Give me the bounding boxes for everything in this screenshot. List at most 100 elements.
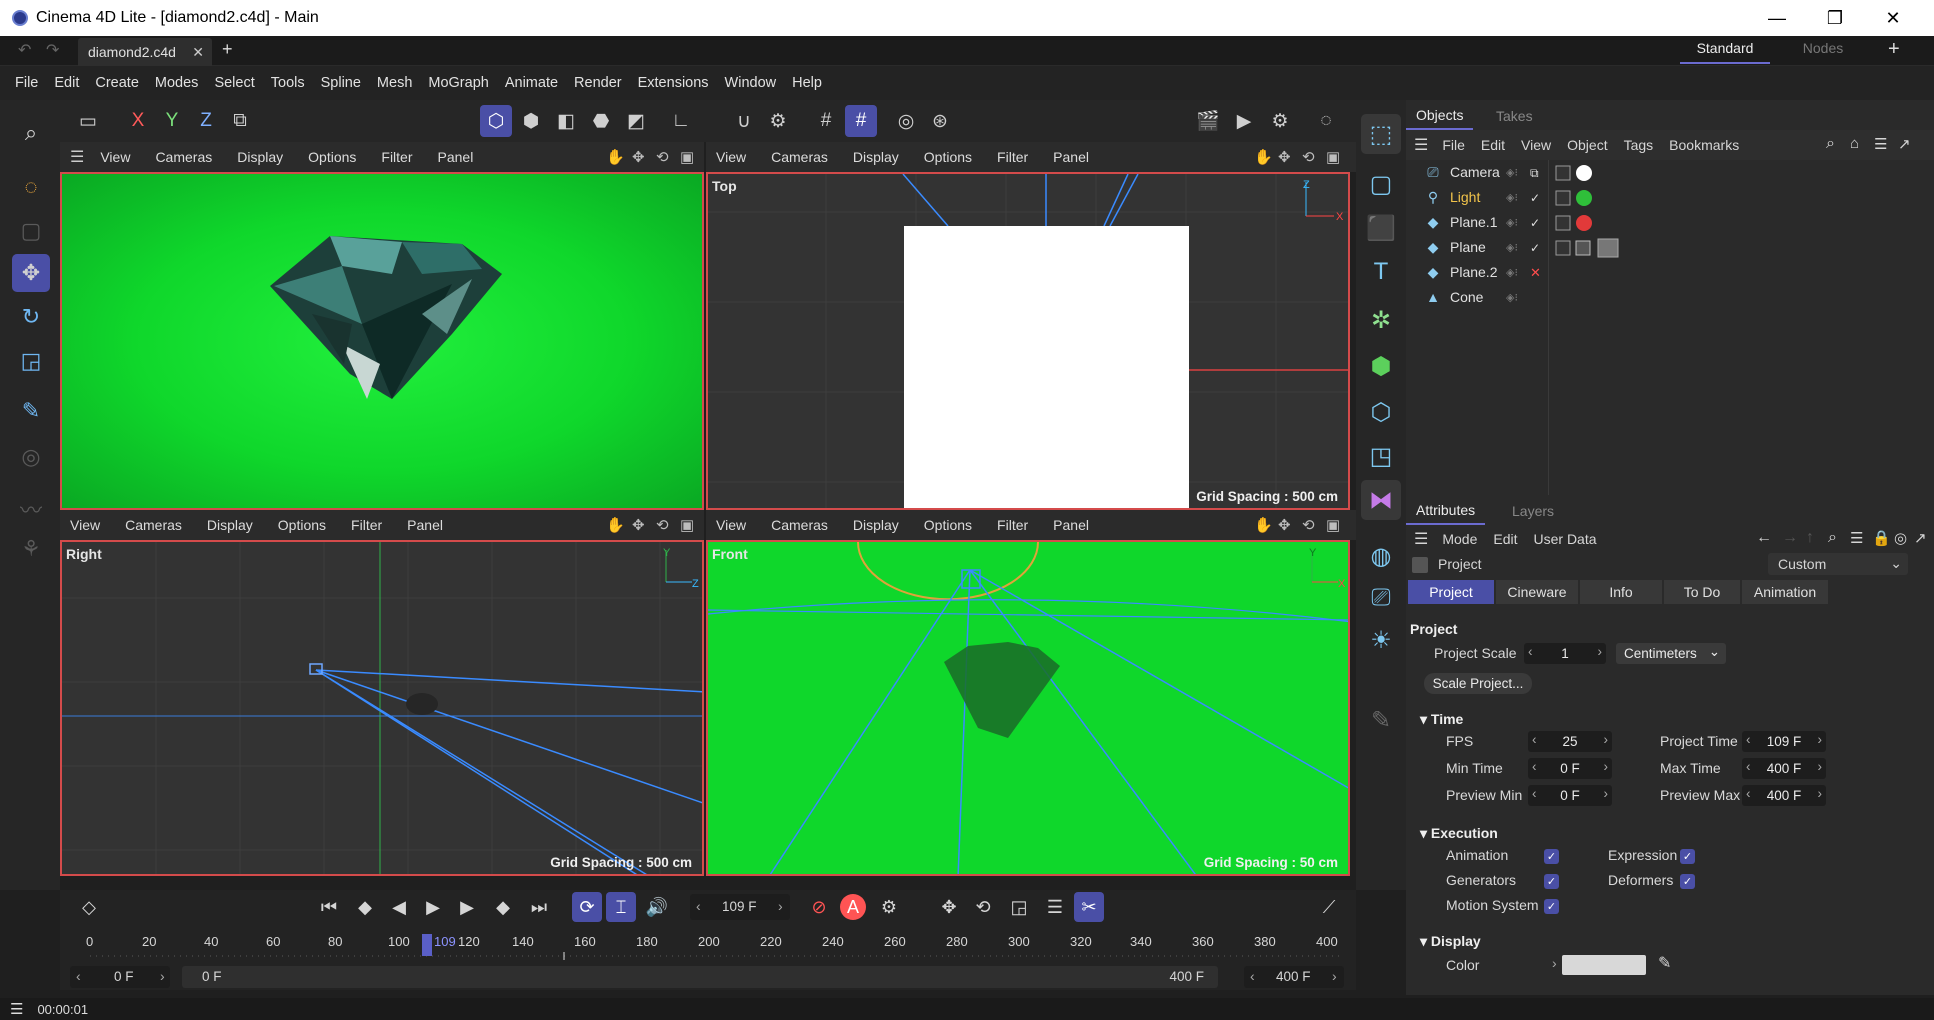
vp-menu-panel[interactable]: Panel	[438, 149, 474, 165]
rotate-tool-icon[interactable]: ↻	[12, 298, 50, 336]
next-frame-icon[interactable]: ▶	[452, 892, 482, 922]
text-spline-icon[interactable]: T	[1361, 252, 1401, 292]
status-menu-icon[interactable]: ☰	[10, 1000, 23, 1018]
filter-icon[interactable]: ☰	[1850, 529, 1863, 547]
pan-icon[interactable]: ✋	[1254, 516, 1273, 534]
grid-icon[interactable]: #	[810, 105, 842, 137]
vp-menu-cameras[interactable]: Cameras	[771, 517, 828, 533]
menu-modes[interactable]: Modes	[155, 75, 199, 91]
menu-help[interactable]: Help	[792, 75, 822, 91]
cloner-icon[interactable]: ◳	[1361, 436, 1401, 476]
edges-mode-icon[interactable]: ◧	[550, 105, 582, 137]
lock-icon[interactable]: 🔒	[1872, 529, 1891, 547]
tab-takes[interactable]: Takes	[1486, 102, 1543, 130]
object-row-cone[interactable]: ▲ Cone	[1424, 285, 1483, 309]
attr-menu-mode[interactable]: Mode	[1442, 531, 1477, 547]
decrement-icon[interactable]: ‹	[1746, 732, 1751, 747]
deformers-checkbox[interactable]: ✓	[1680, 874, 1695, 889]
increment-icon[interactable]: ›	[1818, 732, 1823, 747]
viewport-right[interactable]: Y Z Right Grid Spacing : 500 cm	[60, 540, 704, 876]
points-mode-icon[interactable]: ⬢	[515, 105, 547, 137]
vp-menu-panel[interactable]: Panel	[1053, 149, 1089, 165]
color-swatch[interactable]	[1562, 955, 1646, 975]
objects-menu-bookmarks[interactable]: Bookmarks	[1669, 137, 1739, 153]
vp-menu-cameras[interactable]: Cameras	[771, 149, 828, 165]
lock-y-axis-button[interactable]: Y	[156, 105, 188, 137]
home-icon[interactable]: ⌂	[1850, 135, 1859, 152]
object-row-plane-2[interactable]: ◆ Plane.2	[1424, 260, 1498, 284]
magnet-icon[interactable]: ∪	[728, 105, 760, 137]
objects-menu-view[interactable]: View	[1521, 137, 1551, 153]
restore-button[interactable]: ❐	[1806, 0, 1864, 36]
menu-file[interactable]: File	[15, 75, 38, 91]
vp-menu-display[interactable]: Display	[237, 149, 283, 165]
maximize-view-icon[interactable]: ▣	[1326, 516, 1340, 534]
vp-menu-options[interactable]: Options	[308, 149, 356, 165]
min-time-field[interactable]: ‹ 0 F ›	[1528, 758, 1612, 779]
decrement-icon[interactable]: ‹	[1532, 759, 1537, 774]
box-selection-icon[interactable]: ▢	[12, 212, 50, 250]
previous-frame-icon[interactable]: ◀	[384, 892, 414, 922]
deformer-icon[interactable]: ⬡	[1361, 392, 1401, 432]
decrement-icon[interactable]: ‹	[1532, 786, 1537, 801]
polygons-mode-icon[interactable]: ⬣	[585, 105, 617, 137]
new-window-icon[interactable]: ↗	[1914, 529, 1927, 547]
object-row-camera[interactable]: ⎚ Camera	[1424, 160, 1499, 184]
lock-x-axis-button[interactable]: X	[122, 105, 154, 137]
menu-extensions[interactable]: Extensions	[638, 75, 709, 91]
vp-menu-panel[interactable]: Panel	[1053, 517, 1089, 533]
attr-tab-cineware[interactable]: Cineware	[1496, 580, 1578, 604]
paint-tool-icon[interactable]: ✎	[1361, 700, 1401, 740]
objects-menu-object[interactable]: Object	[1567, 137, 1607, 153]
increment-icon[interactable]: ›	[1818, 786, 1823, 801]
playback-rate-icon[interactable]: ⌶	[606, 892, 636, 922]
forward-arrow-icon[interactable]: →	[1782, 529, 1798, 547]
menu-mograph[interactable]: MoGraph	[428, 75, 488, 91]
vp-menu-panel[interactable]: Panel	[407, 517, 443, 533]
object-manager-icon[interactable]: ▭	[72, 105, 104, 137]
add-layout-button[interactable]: +	[1888, 38, 1900, 61]
new-window-icon[interactable]: ↗	[1898, 135, 1911, 153]
vp-menu-options[interactable]: Options	[924, 517, 972, 533]
vp-menu-filter[interactable]: Filter	[351, 517, 382, 533]
layout-nodes-tab[interactable]: Nodes	[1778, 40, 1868, 64]
scale-project-button[interactable]: Scale Project...	[1424, 673, 1532, 694]
frame-decrement-icon[interactable]: ‹	[696, 898, 701, 914]
menu-spline[interactable]: Spline	[321, 75, 361, 91]
snap-grid-icon[interactable]: #	[845, 105, 877, 137]
key-param-icon[interactable]: ☰	[1040, 892, 1070, 922]
motion-system-checkbox[interactable]: ✓	[1544, 899, 1559, 914]
project-scale-field[interactable]: ‹ 1 ›	[1524, 643, 1606, 664]
move-view-icon[interactable]: ✥	[1278, 516, 1291, 534]
decrement-icon[interactable]: ‹	[1746, 786, 1751, 801]
vp-menu-filter[interactable]: Filter	[381, 149, 412, 165]
object-row-light[interactable]: ⚲ Light	[1424, 185, 1481, 209]
undo-icon[interactable]: ↶	[18, 40, 31, 60]
render-target-icon[interactable]: ◎	[890, 105, 922, 137]
start-decrement-icon[interactable]: ‹	[76, 968, 81, 984]
layout-standard-tab[interactable]: Standard	[1680, 40, 1770, 64]
close-window-button[interactable]: ✕	[1864, 0, 1922, 36]
attr-menu-edit[interactable]: Edit	[1493, 531, 1517, 547]
target-icon[interactable]: ◎	[1894, 529, 1907, 547]
camera-tool-icon[interactable]: ⎚	[1361, 578, 1401, 618]
timeline-curve-icon[interactable]: ⟋	[1314, 892, 1344, 922]
filter-icon[interactable]: ☰	[1874, 135, 1887, 153]
autokey-icon[interactable]: A	[840, 894, 866, 920]
vp-menu-view[interactable]: View	[100, 149, 130, 165]
lock-z-axis-button[interactable]: Z	[190, 105, 222, 137]
scale-tool-icon[interactable]: ◲	[12, 342, 50, 380]
previous-key-icon[interactable]: ◆	[350, 892, 380, 922]
target-tool-icon[interactable]: ◎	[12, 438, 50, 476]
cube-icon[interactable]: ⬛	[1361, 208, 1401, 248]
preset-dropdown[interactable]: Custom ⌄	[1768, 553, 1908, 575]
sound-icon[interactable]: 🔊	[642, 892, 672, 922]
vp-menu-cameras[interactable]: Cameras	[125, 517, 182, 533]
key-position-icon[interactable]: ✥	[934, 892, 964, 922]
vp-menu-display[interactable]: Display	[207, 517, 253, 533]
fracture-icon[interactable]: ⧓	[1361, 480, 1401, 520]
vp-menu-view[interactable]: View	[716, 149, 746, 165]
section-display-title[interactable]: ▾ Display	[1420, 933, 1481, 950]
attr-menu-user-data[interactable]: User Data	[1534, 531, 1597, 547]
rotate-view-icon[interactable]: ⟲	[1302, 148, 1315, 166]
